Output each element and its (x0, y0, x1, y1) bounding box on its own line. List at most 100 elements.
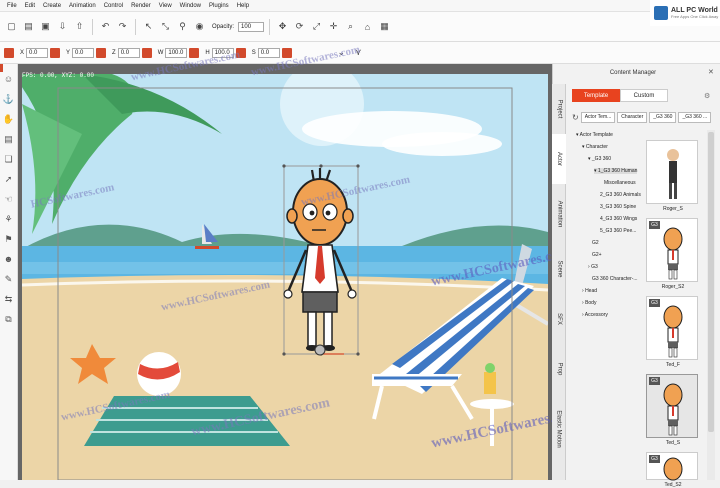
s-field[interactable]: 0.0 (257, 47, 280, 58)
layers-icon[interactable]: ❏ (2, 152, 16, 166)
breadcrumb-item[interactable]: Actor Tem... (580, 111, 616, 123)
menu-edit[interactable]: Edit (21, 3, 39, 9)
scale-tool-icon[interactable]: ⤢ (309, 19, 324, 34)
menu-animation[interactable]: Animation (65, 3, 100, 9)
tree-item-g3-360-character[interactable]: G3 360 Character-... (592, 276, 638, 282)
tree-item-character[interactable]: ▾ Character (582, 144, 608, 150)
vtab-elastic-motion[interactable]: Elastic Motion (552, 394, 566, 464)
thumbnail-roger-s[interactable]: Roger_S (646, 140, 698, 212)
open-file-icon[interactable]: ▤ (21, 19, 36, 34)
z-field[interactable]: 0.0 (117, 47, 140, 58)
menu-help[interactable]: Help (233, 3, 253, 9)
tree-item-head[interactable]: › Head (582, 288, 597, 294)
copy-icon[interactable]: ⧉ (2, 312, 16, 326)
h-field[interactable]: 100.0 (211, 47, 234, 58)
redo-icon[interactable]: ↷ (115, 19, 130, 34)
create-actor-icon[interactable]: ☺ (2, 72, 16, 86)
transform-toolbar: X 0.0 Y 0.0 Z 0.0 W 100.0 H 100.0 S 0.0 … (0, 42, 720, 64)
new-file-icon[interactable]: ▢ (4, 19, 19, 34)
refresh-icon[interactable]: ↻ (572, 113, 579, 122)
thumbnail-roger-s2[interactable]: G3 Roger_S2 (646, 218, 698, 290)
menu-control[interactable]: Control (100, 3, 127, 9)
x-key-icon[interactable] (50, 47, 61, 58)
hand-icon[interactable]: ☜ (2, 192, 16, 206)
face-icon[interactable]: ☻ (2, 252, 16, 266)
bone-edit-icon[interactable]: ⚓ (2, 92, 16, 106)
breadcrumb-item[interactable]: _G3 360 (649, 111, 677, 123)
thumbnail-scrollbar[interactable] (707, 130, 715, 480)
tree-item-accessory[interactable]: › Accessory (582, 312, 608, 318)
tree-item-actor-template[interactable]: ▾ Actor Template (576, 132, 613, 138)
thumbnail-ted-s2[interactable]: G3 Ted_S2 (646, 452, 698, 488)
puppet-icon[interactable]: ✋ (2, 112, 16, 126)
tree-item-g3-360[interactable]: ▾ _G3 360 (588, 156, 611, 162)
zoom-tool-icon[interactable]: ⌕ (343, 19, 358, 34)
gear-icon[interactable]: ⚙ (704, 92, 710, 100)
undo-icon[interactable]: ↶ (98, 19, 113, 34)
menu-window[interactable]: Window (176, 3, 205, 9)
h-key-icon[interactable] (235, 47, 246, 58)
move-tool-icon[interactable]: ✥ (275, 19, 290, 34)
opacity-input[interactable]: 100 (238, 21, 265, 32)
thumbnail-ted-f[interactable]: G3 Ted_F (646, 296, 698, 368)
menu-file[interactable]: File (3, 3, 21, 9)
menu-render[interactable]: Render (127, 3, 155, 9)
tree-item-g3-360-human[interactable]: ▾ 1_G3 360 Human (594, 168, 638, 174)
tree-item-g2[interactable]: G2 (592, 240, 599, 246)
tree-item-g3-360-animals[interactable]: 2_G3 360 Animals (600, 192, 641, 198)
flip-horizontal-icon[interactable]: ⋎ (351, 45, 366, 60)
thumbnail-ted-s[interactable]: G3 Ted_S (646, 374, 698, 446)
scrollbar-thumb[interactable] (708, 132, 714, 432)
menu-create[interactable]: Create (39, 3, 65, 9)
timeline-icon[interactable]: ▤ (2, 132, 16, 146)
close-icon[interactable]: ✕ (708, 68, 714, 76)
menu-view[interactable]: View (155, 3, 176, 9)
breadcrumb-item[interactable]: _G3 360 ... (678, 111, 712, 123)
vtab-actor[interactable]: Actor (552, 134, 566, 184)
s-key-icon[interactable] (281, 47, 292, 58)
pan-tool-icon[interactable]: ✛ (326, 19, 341, 34)
tree-item-g2-plus[interactable]: G2+ (592, 252, 602, 258)
tree-item-g3-360-wings[interactable]: 4_G3 360 Wings (600, 216, 637, 222)
mirror-icon[interactable]: ⇆ (2, 292, 16, 306)
tree-item-miscellaneous[interactable]: Miscellaneous (604, 180, 636, 186)
preview-eye-icon[interactable]: ◉ (192, 19, 207, 34)
bone-icon[interactable]: ⚲ (175, 19, 190, 34)
w-key-icon[interactable] (189, 47, 200, 58)
grid-icon[interactable]: ▦ (377, 19, 392, 34)
tree-item-g3-360-pee[interactable]: 5_G3 360 Pee... (600, 228, 636, 234)
vtab-prop[interactable]: Prop (552, 344, 566, 394)
vtab-scene[interactable]: Scene (552, 244, 566, 294)
run-icon[interactable]: ⚑ (2, 232, 16, 246)
import-icon[interactable]: ⇩ (55, 19, 70, 34)
tab-custom[interactable]: Custom (620, 89, 668, 102)
menu-plugins[interactable]: Plugins (205, 3, 233, 9)
y-label: Y (66, 49, 71, 56)
z-key-icon[interactable] (141, 47, 152, 58)
stage-canvas[interactable] (18, 64, 552, 480)
content-tabs: Template Custom (572, 89, 702, 102)
transform-icon[interactable]: ⤡ (158, 19, 173, 34)
w-field[interactable]: 100.0 (165, 47, 188, 58)
flip-vertical-icon[interactable]: ⌄ (334, 45, 349, 60)
tree-item-g3-360-spine[interactable]: 3_G3 360 Spine (600, 204, 636, 210)
breadcrumb-item[interactable]: Character (617, 111, 648, 123)
rotate-tool-icon[interactable]: ⟳ (292, 19, 307, 34)
export-icon[interactable]: ⇧ (72, 19, 87, 34)
y-field[interactable]: 0.0 (72, 47, 95, 58)
select-icon[interactable]: ↖ (141, 19, 156, 34)
motion-icon[interactable]: ➚ (2, 172, 16, 186)
walk-icon[interactable]: ⚘ (2, 212, 16, 226)
tree-item-g3[interactable]: › G3 (588, 264, 598, 270)
tree-item-body[interactable]: › Body (582, 300, 596, 306)
vtab-project[interactable]: Project (552, 84, 566, 134)
tab-template[interactable]: Template (572, 89, 620, 102)
vtab-sfx[interactable]: SFX (552, 294, 566, 344)
x-field[interactable]: 0.0 (26, 47, 49, 58)
camera-icon[interactable]: ⌂ (360, 19, 375, 34)
lip-sync-icon[interactable]: ✎ (2, 272, 16, 286)
pin-icon[interactable] (4, 47, 14, 58)
vtab-animation[interactable]: Animation (552, 184, 566, 244)
y-key-icon[interactable] (96, 47, 107, 58)
save-icon[interactable]: ▣ (38, 19, 53, 34)
